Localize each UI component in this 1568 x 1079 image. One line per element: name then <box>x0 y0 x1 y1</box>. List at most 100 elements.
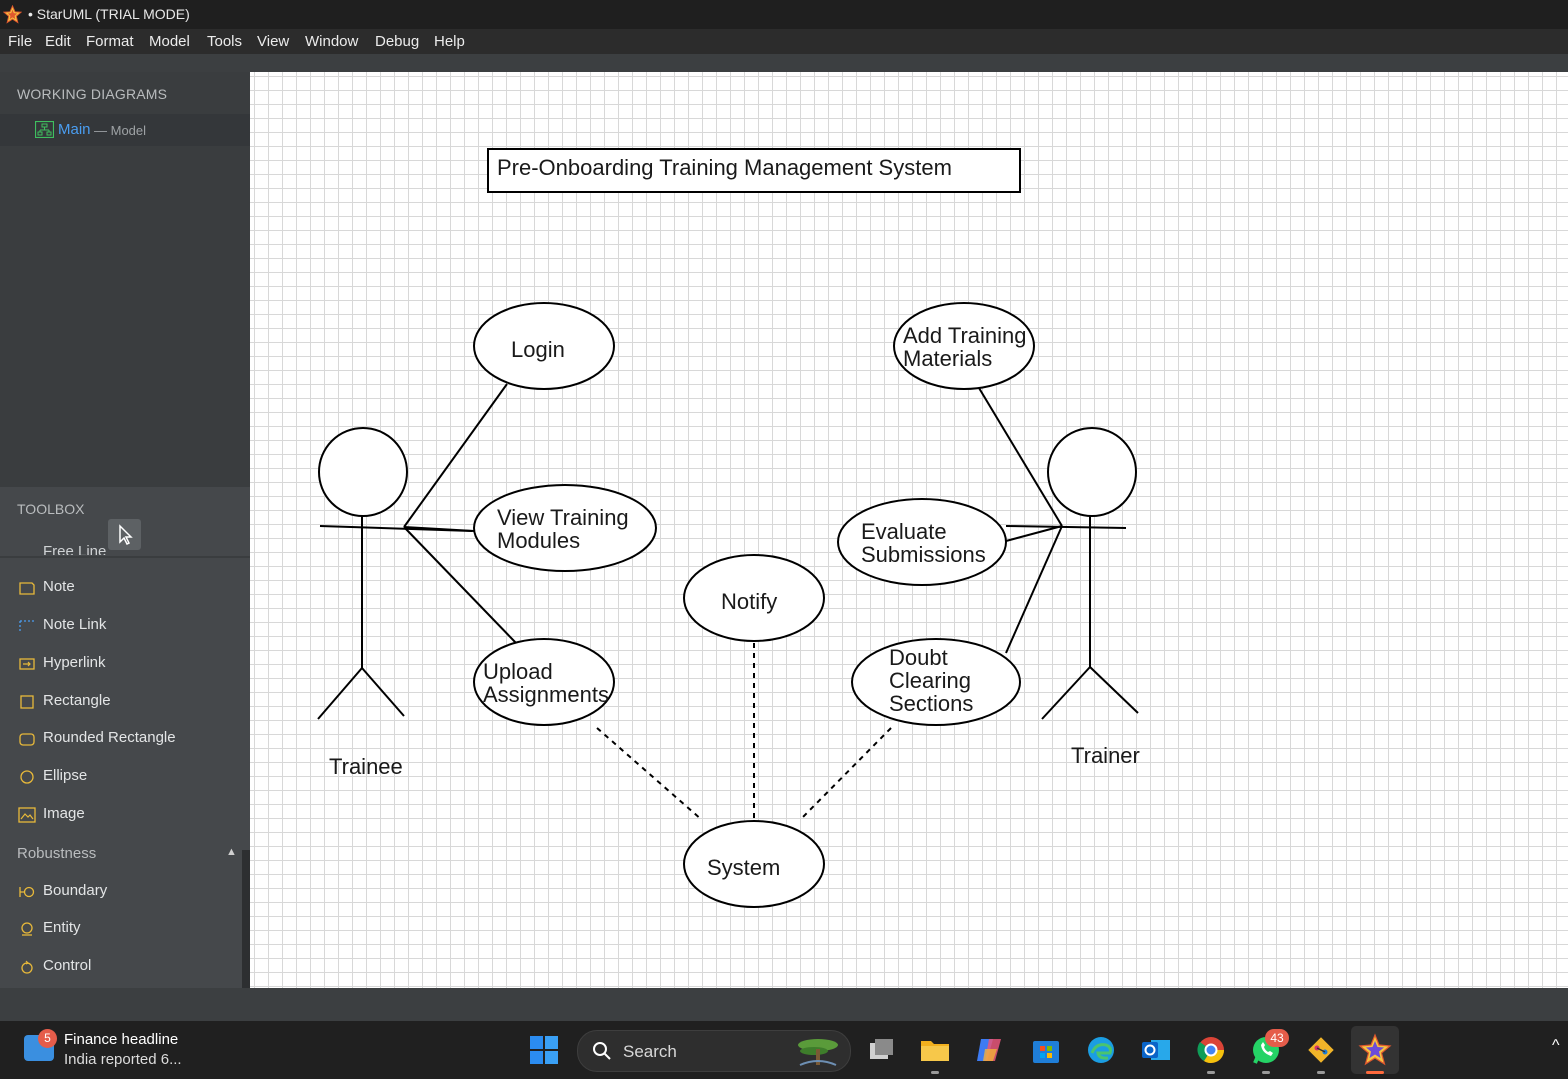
tool-control[interactable]: Control <box>0 949 242 985</box>
assoc-trainer-doubt[interactable] <box>1005 525 1063 654</box>
staruml-taskbar-icon[interactable] <box>1358 1033 1392 1067</box>
ellipse-icon <box>20 770 34 784</box>
tool-label: Boundary <box>43 882 108 899</box>
menu-file[interactable]: File <box>8 33 32 50</box>
assoc-trainer-evaluate[interactable] <box>1005 525 1063 542</box>
use-case-diagram: Pre-Onboarding Training Management Syste… <box>317 148 1140 908</box>
dependency-lines <box>596 643 892 821</box>
menu-edit[interactable]: Edit <box>45 33 71 50</box>
select-pointer-button[interactable] <box>108 519 141 550</box>
tool-boundary[interactable]: Boundary <box>0 874 242 910</box>
rectangle-icon <box>20 695 34 709</box>
tool-rounded-rectangle[interactable]: Rounded Rectangle <box>0 721 242 757</box>
staruml-active-indicator <box>1366 1071 1384 1074</box>
usecase-add-training-materials[interactable]: Add Training Materials <box>893 302 1035 390</box>
toolbox-group-robustness[interactable]: Robustness ▲ <box>0 836 242 872</box>
menu-help[interactable]: Help <box>434 33 465 50</box>
toolbox-panel: TOOLBOX Free Line Note Note Link Hyperli… <box>0 487 250 988</box>
tool-label: Entity <box>43 919 81 936</box>
toolbox-scrollbar[interactable] <box>242 850 250 988</box>
working-diagram-item-main[interactable]: Main — Model <box>0 114 250 146</box>
tool-rectangle[interactable]: Rectangle <box>0 684 242 720</box>
working-diagram-name: Main <box>58 121 91 138</box>
note-icon <box>19 582 35 595</box>
diagram-canvas[interactable]: Pre-Onboarding Training Management Syste… <box>250 72 1568 988</box>
usecase-login[interactable]: Login <box>473 302 615 390</box>
diagram-icon <box>35 121 54 138</box>
whatsapp-running-indicator <box>1262 1071 1270 1074</box>
news-badge: 5 <box>38 1029 57 1048</box>
copilot-icon[interactable] <box>973 1033 1007 1067</box>
status-bar <box>0 988 1568 1021</box>
pointer-icon <box>119 524 133 546</box>
usecase-system[interactable]: System <box>683 820 825 908</box>
edge-icon[interactable] <box>1084 1033 1118 1067</box>
microsoft-store-icon[interactable] <box>1029 1033 1063 1067</box>
title-bar: • StarUML (TRIAL MODE) <box>0 0 1568 29</box>
menu-bar: File Edit Format Model Tools View Window… <box>0 29 1568 54</box>
diagram-title: Pre-Onboarding Training Management Syste… <box>497 155 952 180</box>
task-view-icon[interactable] <box>865 1033 899 1067</box>
tool-label: Note Link <box>43 616 107 633</box>
rounded-rectangle-icon <box>19 733 35 746</box>
usecase-notify[interactable]: Notify <box>683 554 825 642</box>
menu-debug[interactable]: Debug <box>375 33 419 50</box>
search-highlight-tree-icon <box>798 1039 838 1066</box>
news-headline: Finance headline <box>64 1031 179 1048</box>
file-explorer-running-indicator <box>931 1071 939 1074</box>
usecase-view-training-modules[interactable]: View Training Modules <box>473 484 657 572</box>
menu-view[interactable]: View <box>257 33 289 50</box>
group-label: Robustness <box>17 845 97 862</box>
usecase-doubt-clearing-sections[interactable]: Doubt Clearing Sections <box>851 638 1021 726</box>
menu-window[interactable]: Window <box>305 33 358 50</box>
working-diagram-owner: — Model <box>94 123 147 138</box>
git-client-running-indicator <box>1317 1071 1325 1074</box>
toolbar-strip <box>0 54 1568 72</box>
hyperlink-icon <box>19 658 35 670</box>
control-icon <box>21 960 33 974</box>
windows-start-icon[interactable] <box>529 1035 559 1065</box>
usecase-notify-label: Notify <box>721 589 777 614</box>
dependency-doubt-system[interactable] <box>799 727 892 821</box>
assoc-trainer-add-materials[interactable] <box>978 387 1063 527</box>
usecase-login-label: Login <box>511 337 565 362</box>
actor-trainer-label: Trainer <box>1071 743 1140 768</box>
chrome-running-indicator <box>1207 1071 1215 1074</box>
tool-hyperlink[interactable]: Hyperlink <box>0 646 242 682</box>
dependency-upload-system[interactable] <box>596 727 703 821</box>
diagram-title-box[interactable]: Pre-Onboarding Training Management Syste… <box>487 148 1021 193</box>
search-icon <box>593 1042 611 1060</box>
entity-icon <box>21 922 33 936</box>
usecase-evaluate-submissions[interactable]: Evaluate Submissions <box>837 498 1007 586</box>
git-client-icon[interactable] <box>1304 1033 1338 1067</box>
search-label: Search <box>623 1042 677 1061</box>
show-hidden-icons-icon[interactable]: ^ <box>1552 1037 1560 1055</box>
window-title: • StarUML (TRIAL MODE) <box>28 6 190 22</box>
toolbox-divider <box>0 556 250 558</box>
tool-label: Rounded Rectangle <box>43 729 176 746</box>
tool-label: Image <box>43 805 85 822</box>
actor-trainer[interactable] <box>1005 427 1139 720</box>
tool-entity[interactable]: Entity <box>0 911 242 947</box>
file-explorer-icon[interactable] <box>918 1033 952 1067</box>
tool-image[interactable]: Image <box>0 797 242 833</box>
image-icon <box>18 807 36 823</box>
tool-label: Control <box>43 957 92 974</box>
tool-note-link[interactable]: Note Link <box>0 608 242 644</box>
whatsapp-badge: 43 <box>1265 1029 1289 1047</box>
outlook-icon[interactable] <box>1139 1033 1173 1067</box>
menu-tools[interactable]: Tools <box>207 33 242 50</box>
tool-label: Hyperlink <box>43 654 106 671</box>
windows-taskbar: 5 Finance headline India reported 6... S… <box>0 1021 1568 1079</box>
menu-model[interactable]: Model <box>149 33 190 50</box>
boundary-icon <box>19 886 35 898</box>
tool-note[interactable]: Note <box>0 570 242 606</box>
tool-label: Note <box>43 578 75 595</box>
chrome-icon[interactable] <box>1194 1033 1228 1067</box>
working-diagrams-title: WORKING DIAGRAMS <box>17 86 168 102</box>
staruml-logo-icon <box>3 5 22 24</box>
menu-format[interactable]: Format <box>86 33 134 50</box>
tool-ellipse[interactable]: Ellipse <box>0 759 242 795</box>
usecase-upload-assignments[interactable]: Upload Assignments <box>473 638 615 726</box>
taskbar-search[interactable]: Search <box>577 1030 851 1072</box>
